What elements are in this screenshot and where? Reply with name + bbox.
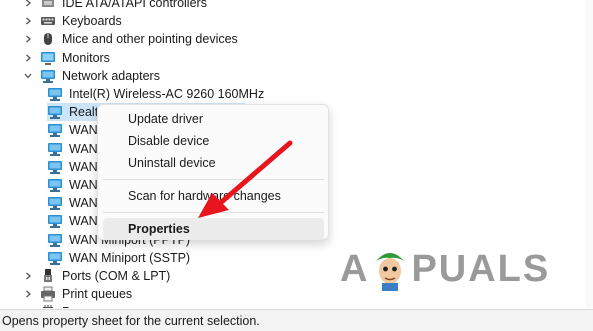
network-adapter-icon xyxy=(47,159,63,175)
chevron-down-icon[interactable] xyxy=(22,70,34,82)
printer-icon xyxy=(40,286,56,302)
chevron-right-icon[interactable] xyxy=(22,52,34,64)
tree-item-label: IDE ATA/ATAPI controllers xyxy=(62,0,207,10)
menu-item-uninstall-device[interactable]: Uninstall device xyxy=(103,152,324,174)
tree-item[interactable]: WAN Miniport (SSTP) xyxy=(47,249,190,267)
chevron-right-icon[interactable] xyxy=(22,288,34,300)
watermark-left-text: A xyxy=(340,247,370,290)
tree-item[interactable]: Monitors xyxy=(22,49,110,67)
menu-item-update-driver[interactable]: Update driver xyxy=(103,108,324,130)
status-text: Opens property sheet for the current sel… xyxy=(2,313,260,328)
network-adapter-icon xyxy=(47,141,63,157)
tree-item[interactable]: Ports (COM & LPT) xyxy=(22,267,170,285)
appuals-watermark: A PUALS xyxy=(340,246,550,292)
menu-separator xyxy=(103,179,324,180)
processor-icon xyxy=(40,304,56,308)
tree-item-label: Keyboards xyxy=(62,14,122,29)
tree-item[interactable]: Intel(R) Wireless-AC 9260 160MHz xyxy=(47,85,264,103)
menu-item-properties[interactable]: Properties xyxy=(103,218,324,240)
tree-item[interactable]: Processors xyxy=(22,303,125,308)
tree-item[interactable]: Mice and other pointing devices xyxy=(22,30,238,48)
vertical-scrollbar[interactable] xyxy=(585,0,593,308)
tree-item-label: Monitors xyxy=(62,50,110,65)
network-adapter-icon xyxy=(47,122,63,138)
mouse-icon xyxy=(40,31,56,47)
menu-separator xyxy=(103,212,324,213)
network-adapter-icon xyxy=(40,68,56,84)
tree-item[interactable]: Print queues xyxy=(22,285,132,303)
network-adapter-icon xyxy=(47,195,63,211)
menu-item-scan-for-hardware-changes[interactable]: Scan for hardware changes xyxy=(103,185,324,207)
tree-item-label: Network adapters xyxy=(62,68,160,83)
tree-item-label: Ports (COM & LPT) xyxy=(62,269,171,283)
ide-controller-icon xyxy=(40,0,56,11)
watermark-mascot-icon xyxy=(376,253,405,291)
tree-item[interactable]: Network adapters xyxy=(22,67,160,85)
network-adapter-icon xyxy=(47,213,63,229)
watermark-right-text: PUALS xyxy=(411,247,551,290)
port-icon xyxy=(40,268,56,284)
network-adapter-icon xyxy=(47,104,63,120)
network-adapter-icon xyxy=(47,177,63,193)
status-bar: Opens property sheet for the current sel… xyxy=(0,309,593,331)
tree-item-label: Print queues xyxy=(62,287,133,302)
context-menu: Update driver Disable device Uninstall dev… xyxy=(97,104,329,240)
network-adapter-icon xyxy=(47,232,63,248)
tree-item-label: Mice and other pointing devices xyxy=(62,32,238,47)
keyboard-icon xyxy=(40,13,56,29)
menu-item-disable-device[interactable]: Disable device xyxy=(103,130,324,152)
tree-item[interactable]: Keyboards xyxy=(22,12,122,30)
chevron-right-icon[interactable] xyxy=(22,306,34,308)
chevron-right-icon[interactable] xyxy=(22,270,34,282)
network-adapter-icon xyxy=(47,250,63,266)
chevron-right-icon[interactable] xyxy=(22,33,34,45)
tree-item-label: Processors xyxy=(62,303,125,308)
tree-item-label: Intel(R) Wireless-AC 9260 160MHz xyxy=(69,87,265,101)
tree-item-label: WAN Miniport (SSTP) xyxy=(69,250,191,265)
chevron-right-icon[interactable] xyxy=(22,15,34,27)
chevron-right-icon[interactable] xyxy=(22,0,34,9)
tree-item[interactable]: IDE ATA/ATAPI controllers xyxy=(22,0,207,12)
network-adapter-icon xyxy=(47,86,63,102)
monitor-icon xyxy=(40,50,56,66)
